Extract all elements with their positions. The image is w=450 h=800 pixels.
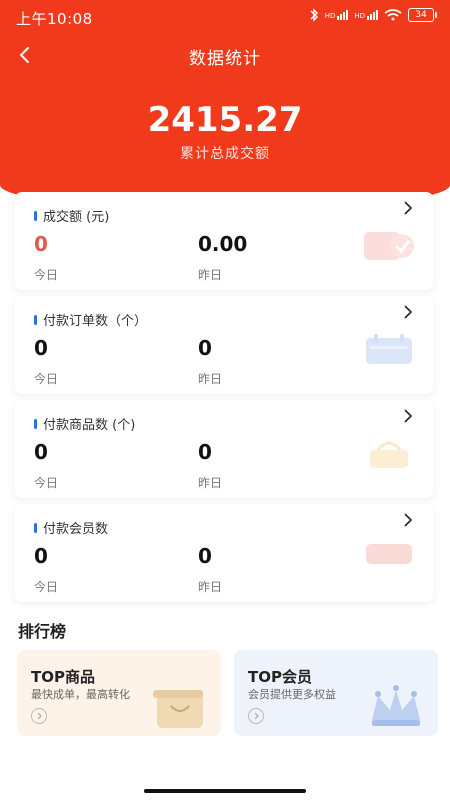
arrow-circle-icon[interactable] xyxy=(248,708,264,724)
yesterday-label: 昨日 xyxy=(198,372,223,386)
title-accent-bar xyxy=(34,418,37,429)
stat-card-amount[interactable]: 成交额 (元) 0 0.00 今日 昨日 xyxy=(14,192,434,290)
yesterday-value: 0 xyxy=(198,544,212,568)
yesterday-value: 0 xyxy=(198,336,212,360)
card-title-text: 付款订单数（个） xyxy=(43,314,148,329)
chevron-right-icon xyxy=(404,409,413,423)
wifi-icon xyxy=(384,9,402,21)
arrow-circle-icon[interactable] xyxy=(31,708,47,724)
card-title: 付款订单数（个） xyxy=(34,310,147,329)
basket-icon xyxy=(370,441,408,468)
member-card-icon xyxy=(366,544,412,564)
yesterday-label: 昨日 xyxy=(198,268,223,282)
chevron-right-icon xyxy=(404,305,413,319)
signal-icon-2: HD xyxy=(354,10,378,20)
stat-card-orders[interactable]: 付款订单数（个） 0 0 今日 昨日 xyxy=(14,296,434,394)
today-label: 今日 xyxy=(34,268,59,282)
card-title-text: 成交额 (元) xyxy=(43,210,110,225)
today-value: 0 xyxy=(34,232,48,256)
chevron-right-icon xyxy=(404,201,413,215)
top-members-title: TOP会员 xyxy=(248,668,312,686)
yesterday-label: 昨日 xyxy=(198,580,223,594)
crown-icon xyxy=(372,685,420,726)
status-bar: 上午10:08 HD HD 34 xyxy=(0,0,450,34)
stat-card-goods[interactable]: 付款商品数 (个) 0 0 今日 昨日 xyxy=(14,400,434,498)
bluetooth-icon xyxy=(310,8,318,22)
card-title: 付款商品数 (个) xyxy=(34,414,135,433)
today-label: 今日 xyxy=(34,372,59,386)
signal-hd-label-2: HD xyxy=(354,12,365,20)
yesterday-value: 0.00 xyxy=(198,232,248,256)
money-chart-icon xyxy=(364,232,414,260)
ranking-title: 排行榜 xyxy=(18,622,67,641)
top-goods-card[interactable]: TOP商品 最快成单，最高转化 xyxy=(17,650,221,736)
yesterday-value: 0 xyxy=(198,440,212,464)
status-time: 上午10:08 xyxy=(16,10,93,28)
yesterday-label: 昨日 xyxy=(198,476,223,490)
signal-icon: HD xyxy=(325,10,349,20)
card-title-text: 付款商品数 (个) xyxy=(43,418,136,433)
battery-icon: 34 xyxy=(408,8,437,22)
card-title: 成交额 (元) xyxy=(34,206,109,225)
title-accent-bar xyxy=(34,314,37,325)
today-value: 0 xyxy=(34,440,48,464)
today-label: 今日 xyxy=(34,580,59,594)
calendar-icon xyxy=(366,334,412,364)
status-icons: HD HD 34 xyxy=(309,8,437,22)
title-accent-bar xyxy=(34,522,37,533)
stat-card-members[interactable]: 付款会员数 0 0 今日 昨日 xyxy=(14,504,434,602)
title-accent-bar xyxy=(34,210,37,221)
top-goods-subtitle: 最快成单，最高转化 xyxy=(31,688,130,701)
card-title-text: 付款会员数 xyxy=(43,522,109,537)
total-amount: 2415.27 xyxy=(147,100,303,140)
home-indicator xyxy=(144,789,306,793)
chevron-right-icon xyxy=(404,513,413,527)
card-title: 付款会员数 xyxy=(34,518,108,537)
nav-bar: 数据统计 xyxy=(0,38,450,74)
shopping-bag-icon xyxy=(153,690,203,728)
top-goods-title: TOP商品 xyxy=(31,668,95,686)
page-title: 数据统计 xyxy=(189,49,261,69)
today-value: 0 xyxy=(34,336,48,360)
total-amount-label: 累计总成交额 xyxy=(180,146,270,162)
today-label: 今日 xyxy=(34,476,59,490)
today-value: 0 xyxy=(34,544,48,568)
top-members-card[interactable]: TOP会员 会员提供更多权益 xyxy=(234,650,438,736)
signal-hd-label: HD xyxy=(324,12,336,20)
top-members-subtitle: 会员提供更多权益 xyxy=(248,688,336,701)
